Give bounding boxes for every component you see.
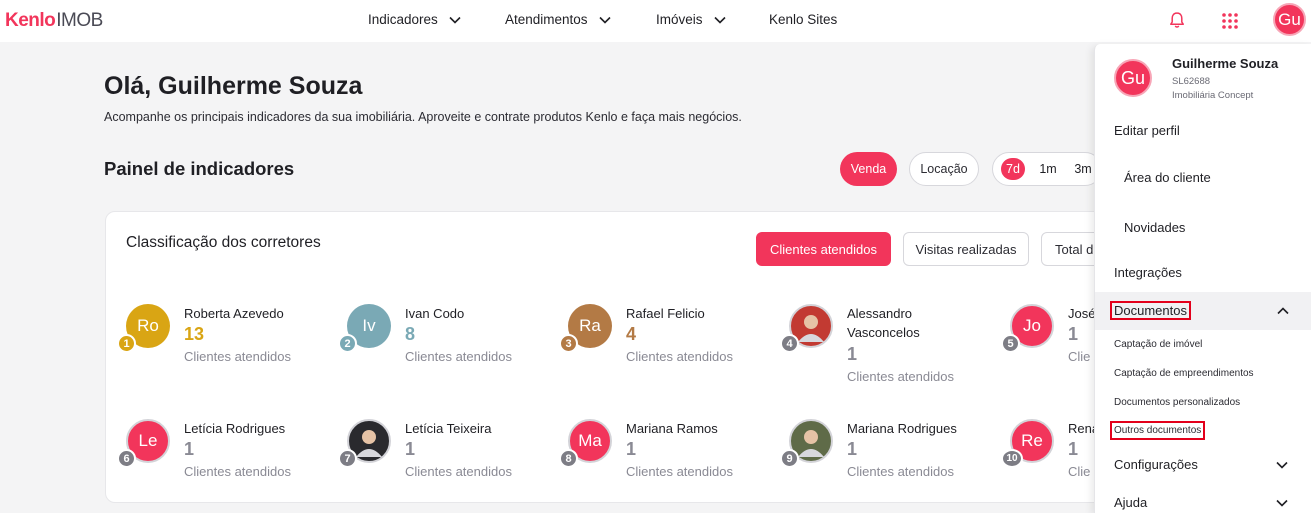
broker-count: 1: [405, 439, 416, 459]
broker-item[interactable]: Le 6 Letícia Rodrigues 1 Clientes atendidos: [106, 419, 306, 509]
broker-name: Mariana Rodrigues: [847, 421, 957, 436]
person-photo-icon: [356, 430, 382, 457]
menu-edit-profile[interactable]: Editar perfil: [1114, 123, 1180, 138]
broker-name: Ivan Codo: [405, 306, 465, 321]
menu-user-avatar: Gu: [1114, 59, 1152, 97]
broker-count-label: Clientes atendidos: [184, 349, 291, 364]
broker-count: 1: [847, 439, 858, 459]
broker-item[interactable]: 9 Mariana Rodrigues 1 Clientes atendidos: [769, 419, 969, 509]
broker-count-label: Clie: [1068, 349, 1091, 364]
rank-badge: 4: [780, 334, 799, 353]
broker-count-label: Clientes atendidos: [405, 349, 512, 364]
nav-indicadores[interactable]: Indicadores: [368, 12, 462, 27]
mode-locacao-button[interactable]: Locação: [909, 152, 979, 186]
user-dropdown-menu: Gu Guilherme Souza SL62688 Imobiliária C…: [1094, 44, 1311, 513]
menu-documents-section[interactable]: Documentos: [1095, 292, 1311, 330]
broker-count-label: Clientes atendidos: [626, 464, 733, 479]
menu-client-area[interactable]: Área do cliente: [1124, 170, 1211, 185]
rank-badge: 10: [1001, 449, 1023, 468]
chevron-down-icon: [713, 16, 726, 24]
period-selector: 7d 1m 3m: [992, 152, 1102, 186]
tab-visitas-realizadas[interactable]: Visitas realizadas: [903, 232, 1029, 266]
broker-item[interactable]: Ro 1 Roberta Azevedo 13 Clientes atendidos: [106, 304, 306, 394]
menu-news[interactable]: Novidades: [1124, 220, 1185, 235]
broker-count-label: Clie: [1068, 464, 1091, 479]
broker-count-label: Clientes atendidos: [847, 369, 954, 384]
user-avatar-button[interactable]: Gu: [1273, 3, 1306, 36]
chevron-down-icon[interactable]: [1275, 496, 1289, 510]
broker-count: 1: [626, 439, 637, 459]
rank-badge: 5: [1001, 334, 1020, 353]
menu-help[interactable]: Ajuda: [1114, 495, 1147, 510]
mode-venda-button[interactable]: Venda: [840, 152, 897, 186]
menu-integrations[interactable]: Integrações: [1114, 265, 1182, 280]
broker-count: 13: [184, 324, 205, 344]
person-photo-icon: [798, 315, 824, 342]
rank-badge: 7: [338, 449, 357, 468]
kenlo-logo[interactable]: KenloIMOB: [5, 10, 103, 32]
broker-item[interactable]: Iv 2 Ivan Codo 8 Clientes atendidos: [327, 304, 527, 394]
broker-count: 4: [626, 324, 637, 344]
rank-badge: 3: [559, 334, 578, 353]
rank-badge: 9: [780, 449, 799, 468]
broker-count-label: Clientes atendidos: [626, 349, 733, 364]
broker-name: Rafael Felicio: [626, 306, 705, 321]
broker-name: Letícia Rodrigues: [184, 421, 286, 436]
menu-doc-outros[interactable]: Outros documentos: [1110, 421, 1206, 440]
period-3m-button[interactable]: 3m: [1071, 158, 1095, 180]
bell-icon[interactable]: [1167, 10, 1187, 30]
apps-grid-icon[interactable]: [1221, 12, 1239, 30]
menu-settings[interactable]: Configurações: [1114, 457, 1198, 472]
broker-name: Alessandro Vasconcelos: [847, 306, 920, 340]
broker-count-label: Clientes atendidos: [405, 464, 512, 479]
chevron-down-icon[interactable]: [1275, 458, 1289, 472]
menu-user-name: Guilherme Souza: [1172, 56, 1279, 71]
chevron-up-icon[interactable]: [1276, 304, 1290, 318]
broker-name: Mariana Ramos: [626, 421, 718, 436]
menu-doc-personalizados[interactable]: Documentos personalizados: [1114, 397, 1240, 408]
broker-item[interactable]: Ma 8 Mariana Ramos 1 Clientes atendidos: [548, 419, 748, 509]
broker-item[interactable]: 4 Alessandro Vasconcelos 1 Clientes atendid…: [769, 304, 969, 394]
rank-badge: 2: [338, 334, 357, 353]
broker-ranking-card: Classificação dos corretores Clientes at…: [105, 211, 1121, 503]
nav-imoveis[interactable]: Imóveis: [656, 12, 727, 27]
broker-count-label: Clientes atendidos: [184, 464, 291, 479]
menu-doc-captacao-empreendimentos[interactable]: Captação de empreendimentos: [1114, 368, 1254, 379]
broker-item[interactable]: 7 Letícia Teixeira 1 Clientes atendidos: [327, 419, 527, 509]
panel-title: Painel de indicadores: [104, 158, 295, 179]
nav-atendimentos[interactable]: Atendimentos: [505, 12, 612, 27]
broker-name: Roberta Azevedo: [184, 306, 284, 321]
broker-name: Letícia Teixeira: [405, 421, 492, 436]
broker-count: 8: [405, 324, 416, 344]
card-title: Classificação dos corretores: [126, 234, 321, 251]
nav-kenlo-sites[interactable]: Kenlo Sites: [769, 12, 837, 27]
menu-documents[interactable]: Documentos: [1110, 301, 1191, 320]
broker-count: 1: [1068, 439, 1079, 459]
menu-user-code: SL62688: [1172, 76, 1211, 87]
period-7d-button[interactable]: 7d: [1001, 158, 1025, 180]
page-greeting: Olá, Guilherme Souza: [104, 72, 363, 100]
rank-badge: 8: [559, 449, 578, 468]
broker-count-label: Clientes atendidos: [847, 464, 954, 479]
menu-user-company: Imobiliária Concept: [1172, 90, 1254, 101]
chevron-down-icon: [598, 16, 611, 24]
broker-count: 1: [847, 344, 858, 364]
chevron-down-icon: [449, 16, 461, 24]
top-navigation-bar: KenloIMOB Indicadores Atendimentos Imóve…: [0, 0, 1311, 42]
menu-doc-captacao-imovel[interactable]: Captação de imóvel: [1114, 339, 1202, 350]
broker-count: 1: [1068, 324, 1079, 344]
rank-badge: 1: [117, 334, 136, 353]
period-1m-button[interactable]: 1m: [1037, 158, 1059, 180]
page-subtitle: Acompanhe os principais indicadores da s…: [104, 110, 742, 124]
tab-clientes-atendidos[interactable]: Clientes atendidos: [756, 232, 891, 266]
broker-count: 1: [184, 439, 195, 459]
broker-item[interactable]: Ra 3 Rafael Felicio 4 Clientes atendidos: [548, 304, 748, 394]
person-photo-icon: [798, 430, 824, 457]
rank-badge: 6: [117, 449, 136, 468]
